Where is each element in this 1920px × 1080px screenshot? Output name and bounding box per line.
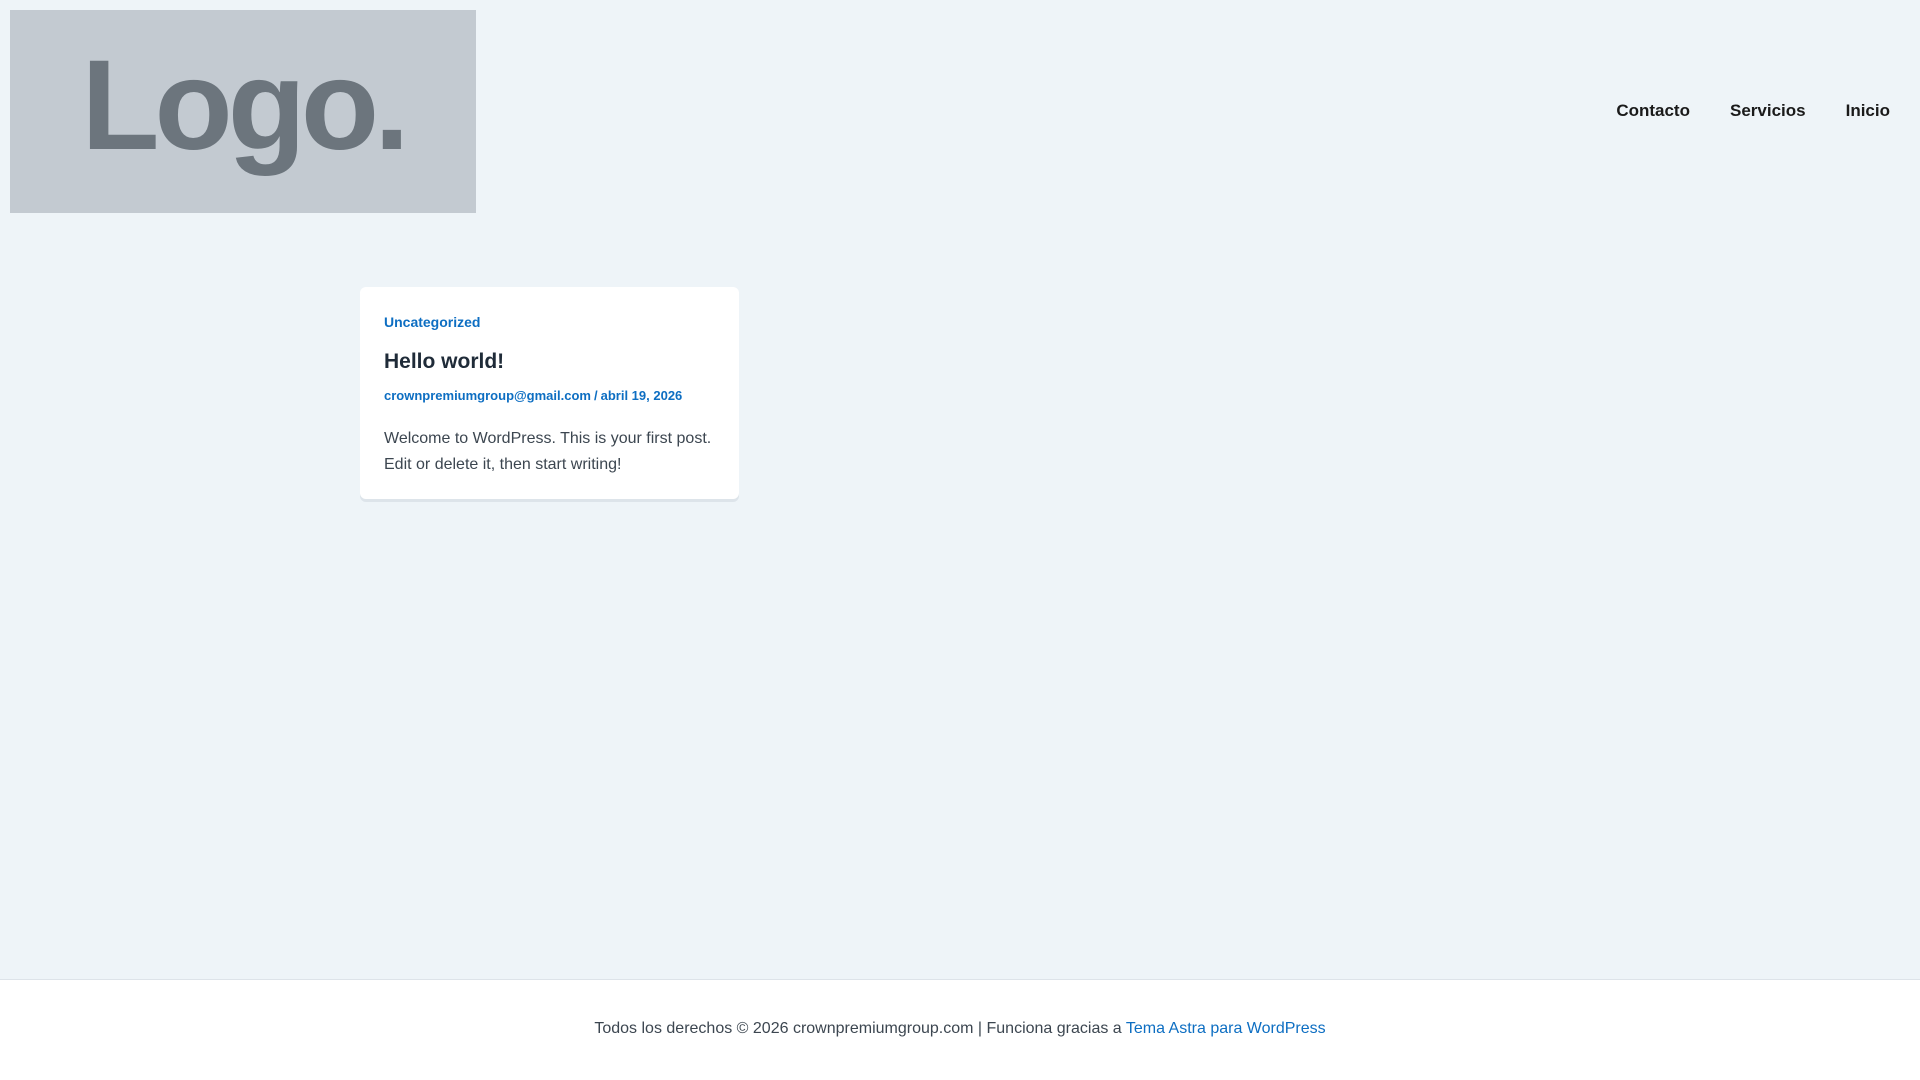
post-card: Uncategorized Hello world! crownpremiumg… <box>360 287 739 499</box>
meta-separator: / <box>593 388 598 403</box>
site-logo-link[interactable]: Logo. <box>10 10 476 213</box>
post-title-link[interactable]: Hello world! <box>384 350 715 374</box>
site-logo: Logo. <box>81 33 409 177</box>
site-footer: Todos los derechos © 2026 crownpremiumgr… <box>0 979 1920 1080</box>
footer-copyright: Todos los derechos © 2026 crownpremiumgr… <box>0 1020 1920 1038</box>
site-header: Logo. Contacto Servicios Inicio <box>0 0 1920 220</box>
post-author-link[interactable]: crownpremiumgroup@gmail.com <box>384 388 591 403</box>
post-excerpt: Welcome to WordPress. This is your first… <box>384 430 712 473</box>
footer-copyright-text: Todos los derechos © 2026 crownpremiumgr… <box>594 1020 1126 1037</box>
page: Logo. Contacto Servicios Inicio Uncatego… <box>0 0 1920 1080</box>
footer-theme-link[interactable]: Tema Astra para WordPress <box>1126 1020 1326 1037</box>
post-meta: crownpremiumgroup@gmail.com / abril 19, 20… <box>384 388 715 403</box>
primary-nav: Contacto Servicios Inicio <box>1596 96 1890 126</box>
nav-item-servicios[interactable]: Servicios <box>1710 96 1826 126</box>
post-category-link[interactable]: Uncategorized <box>384 314 480 330</box>
nav-item-contacto[interactable]: Contacto <box>1596 96 1710 126</box>
nav-item-inicio[interactable]: Inicio <box>1826 96 1890 126</box>
post-date: abril 19, 2026 <box>600 388 683 403</box>
